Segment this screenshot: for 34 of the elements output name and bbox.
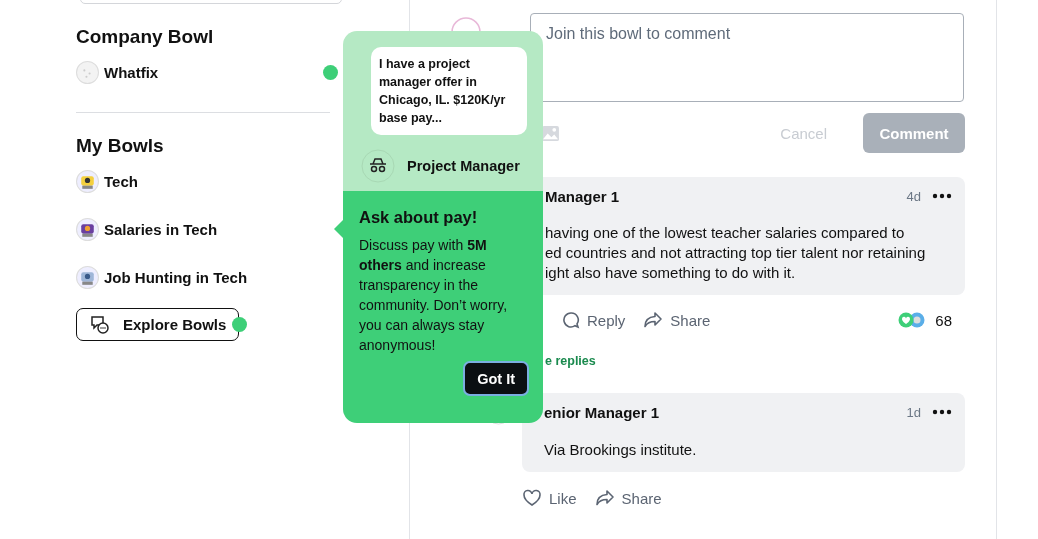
- comment-time: 4d: [906, 188, 921, 204]
- bowl-item[interactable]: Job Hunting in Tech: [76, 265, 338, 289]
- reaction-count: 68: [935, 311, 952, 329]
- comment-text: having one of the lowest teacher salaries compared to ed countries and not attracting top tier talent nor retaining ight also have something to do with it.: [545, 223, 927, 283]
- message-preview: I have a project manager offer in Chicago, IL. $120K/yr base pay...: [371, 47, 527, 135]
- bowl-item[interactable]: Salaries in Tech: [76, 217, 338, 241]
- share-icon: [643, 311, 664, 329]
- reactions-icon: [898, 312, 927, 328]
- comment-time: 1d: [906, 404, 921, 420]
- share-icon: [594, 489, 615, 507]
- comment-field[interactable]: Join this bowl to comment: [530, 13, 964, 102]
- bowl-item[interactable]: Whatfix: [76, 60, 338, 84]
- preview-author: Project Manager: [407, 158, 520, 174]
- section-title: My Bowls: [76, 135, 165, 157]
- like-button[interactable]: Like: [522, 489, 577, 507]
- heart-icon: [522, 489, 542, 507]
- tooltip-title: Ask about pay!: [359, 208, 479, 227]
- comment-text: Via Brookings institute.: [544, 440, 698, 460]
- more-icon[interactable]: [932, 409, 952, 415]
- comment-author: Manager 1: [545, 187, 621, 205]
- incognito-icon: [361, 149, 395, 183]
- reply-button[interactable]: Reply: [562, 311, 626, 329]
- more-icon[interactable]: [932, 193, 952, 199]
- more-replies-link[interactable]: e replies: [545, 354, 965, 368]
- comment-icon: [562, 311, 580, 329]
- chat-bubbles-icon: [89, 314, 111, 335]
- bowl-item[interactable]: Tech: [76, 169, 338, 193]
- share-button[interactable]: Share: [594, 489, 662, 507]
- explore-bowls-button[interactable]: Explore Bowls: [76, 308, 240, 341]
- comment-author: enior Manager 1: [544, 403, 661, 421]
- got-it-button[interactable]: Got It: [463, 361, 529, 396]
- share-button[interactable]: Share: [643, 311, 711, 329]
- tooltip-text: Discuss pay with 5M others and increase transparency in the community. Don’t worry, you can always stay anonymous!: [359, 236, 509, 355]
- section-title: Company Bowl: [76, 26, 215, 48]
